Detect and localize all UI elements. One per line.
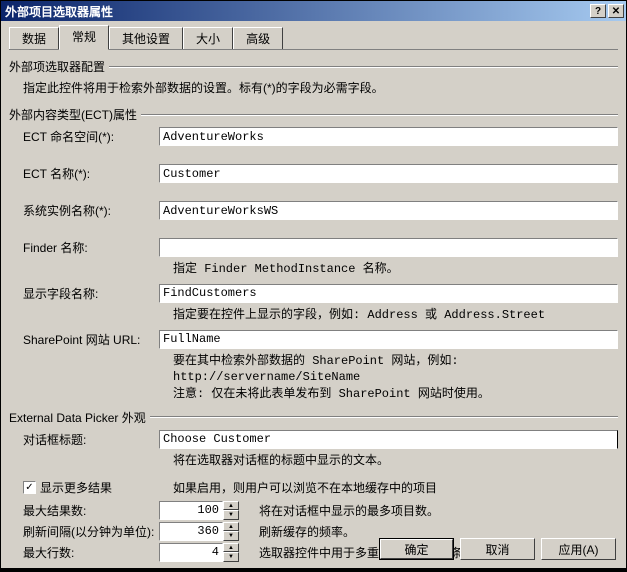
label-refresh-interval: 刷新间隔(以分钟为单位): bbox=[9, 523, 159, 540]
hint-finder: 指定 Finder MethodInstance 名称。 bbox=[173, 261, 618, 278]
spin-up-icon[interactable]: ▲ bbox=[223, 522, 239, 532]
ok-button[interactable]: 确定 bbox=[379, 538, 454, 560]
label-ect-name: ECT 名称(*): bbox=[9, 165, 159, 182]
hint-show-more: 如果启用，则用户可以浏览不在本地缓存中的项目 bbox=[173, 479, 437, 496]
label-max-rows: 最大行数: bbox=[9, 544, 159, 561]
spin-down-icon[interactable]: ▼ bbox=[223, 552, 239, 562]
tab-other[interactable]: 其他设置 bbox=[109, 27, 183, 49]
divider bbox=[109, 66, 618, 68]
input-system-instance[interactable] bbox=[159, 201, 618, 220]
content-area: 数据 常规 其他设置 大小 高级 外部项选取器配置 指定此控件将用于检索外部数据… bbox=[1, 21, 626, 572]
section-config-title: 外部项选取器配置 bbox=[9, 58, 105, 75]
desc-refresh: 刷新缓存的频率。 bbox=[259, 523, 355, 540]
titlebar: 外部项目选取器属性 ? ✕ bbox=[1, 1, 626, 21]
section-ect: 外部内容类型(ECT)属性 bbox=[9, 106, 618, 123]
input-refresh-interval[interactable] bbox=[159, 522, 223, 541]
hint-dialog-title: 将在选取器对话框的标题中显示的文本。 bbox=[173, 453, 618, 470]
tab-data[interactable]: 数据 bbox=[9, 27, 59, 49]
input-dialog-title-wrap bbox=[159, 430, 618, 449]
desc-max-results: 将在对话框中显示的最多项目数。 bbox=[259, 502, 439, 519]
label-show-more: 显示更多结果 bbox=[40, 479, 112, 496]
input-finder-name[interactable] bbox=[159, 238, 618, 257]
window-title: 外部项目选取器属性 bbox=[5, 3, 113, 20]
input-max-rows[interactable] bbox=[159, 543, 223, 562]
spin-up-icon[interactable]: ▲ bbox=[223, 543, 239, 553]
divider bbox=[141, 114, 618, 116]
section-ect-title: 外部内容类型(ECT)属性 bbox=[9, 106, 137, 123]
input-sharepoint-url[interactable] bbox=[159, 330, 618, 349]
hint-display-field: 指定要在控件上显示的字段，例如: Address 或 Address.Stree… bbox=[173, 307, 618, 324]
hint-sharepoint-url: 要在其中检索外部数据的 SharePoint 网站，例如: http://ser… bbox=[173, 353, 618, 403]
cancel-button[interactable]: 取消 bbox=[460, 538, 535, 560]
label-max-results: 最大结果数: bbox=[9, 502, 159, 519]
divider bbox=[150, 416, 618, 418]
section-picker-appearance: External Data Picker 外观 bbox=[9, 409, 618, 426]
input-max-results[interactable] bbox=[159, 501, 223, 520]
titlebar-buttons: ? ✕ bbox=[590, 4, 624, 18]
tab-advanced[interactable]: 高级 bbox=[233, 27, 283, 49]
spinner-refresh: ▲ ▼ bbox=[223, 522, 239, 541]
checkbox-show-more[interactable]: ✓ bbox=[23, 481, 36, 494]
section-picker-title: External Data Picker 外观 bbox=[9, 409, 146, 426]
tab-general[interactable]: 常规 bbox=[59, 25, 109, 50]
tab-bar: 数据 常规 其他设置 大小 高级 bbox=[9, 25, 618, 50]
label-dialog-title: 对话框标题: bbox=[9, 431, 159, 448]
dialog-footer: 确定 取消 应用(A) bbox=[379, 538, 616, 560]
label-system-instance: 系统实例名称(*): bbox=[9, 202, 159, 219]
input-ect-name[interactable] bbox=[159, 164, 618, 183]
tab-size[interactable]: 大小 bbox=[183, 27, 233, 49]
spinner-max-results: ▲ ▼ bbox=[223, 501, 239, 520]
label-display-field: 显示字段名称: bbox=[9, 285, 159, 302]
close-button[interactable]: ✕ bbox=[608, 4, 624, 18]
help-button[interactable]: ? bbox=[590, 4, 606, 18]
label-sharepoint-url: SharePoint 网站 URL: bbox=[9, 331, 159, 348]
spin-down-icon[interactable]: ▼ bbox=[223, 510, 239, 520]
input-display-field[interactable] bbox=[159, 284, 618, 303]
label-finder-name: Finder 名称: bbox=[9, 239, 159, 256]
spinner-max-rows: ▲ ▼ bbox=[223, 543, 239, 562]
section-config: 外部项选取器配置 bbox=[9, 58, 618, 75]
input-dialog-title[interactable] bbox=[159, 430, 618, 449]
dialog-window: 外部项目选取器属性 ? ✕ 数据 常规 其他设置 大小 高级 外部项选取器配置 … bbox=[0, 0, 627, 569]
section-config-desc: 指定此控件将用于检索外部数据的设置。标有(*)的字段为必需字段。 bbox=[23, 79, 618, 96]
apply-button[interactable]: 应用(A) bbox=[541, 538, 616, 560]
spin-up-icon[interactable]: ▲ bbox=[223, 501, 239, 511]
spin-down-icon[interactable]: ▼ bbox=[223, 531, 239, 541]
label-ect-namespace: ECT 命名空间(*): bbox=[9, 128, 159, 145]
input-ect-namespace[interactable] bbox=[159, 127, 618, 146]
